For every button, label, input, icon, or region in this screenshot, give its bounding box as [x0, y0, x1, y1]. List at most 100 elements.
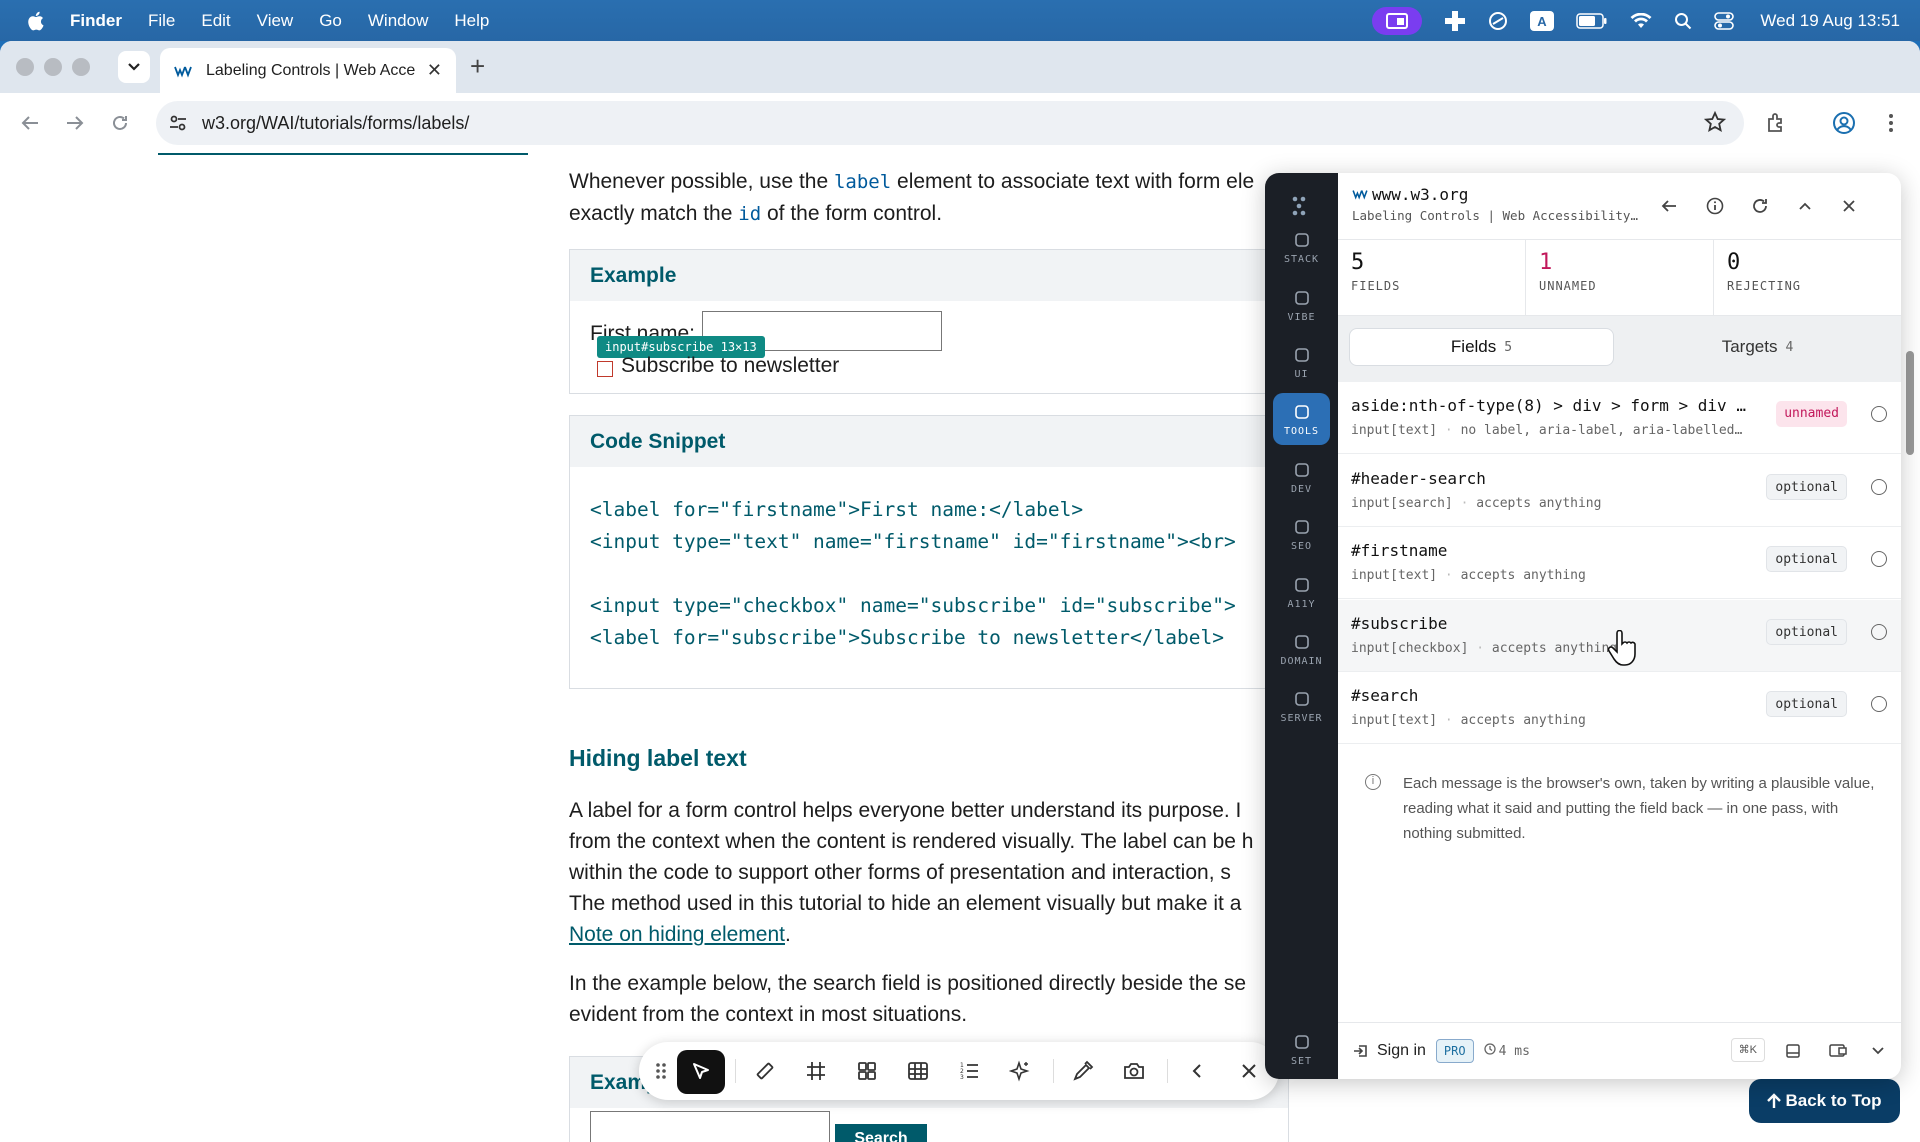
field-description: input[text] · no label, aria-label, aria…	[1351, 423, 1771, 438]
subscribe-checkbox[interactable]	[597, 361, 613, 377]
plus-badge-icon[interactable]	[1444, 10, 1466, 32]
url-text[interactable]: w3.org/WAI/tutorials/forms/labels/	[202, 113, 469, 134]
notes-icon[interactable]	[1782, 1040, 1804, 1062]
tab-search-button[interactable]	[118, 51, 150, 83]
para2-line-2: evident from the context in most situati…	[569, 1003, 968, 1026]
site-info-icon[interactable]	[168, 113, 188, 133]
search-button[interactable]: Search	[835, 1124, 927, 1142]
color-picker-icon[interactable]	[1065, 1053, 1101, 1089]
battery-icon[interactable]	[1576, 12, 1608, 29]
note-hiding-link[interactable]: Note on hiding element	[569, 923, 785, 946]
rail-item-set[interactable]: SET	[1273, 1023, 1330, 1075]
field-row[interactable]: #firstname input[text] · accepts anything…	[1338, 527, 1901, 599]
rail-item-stack[interactable]: STACK	[1273, 221, 1330, 273]
page-scrollbar[interactable]	[1906, 351, 1914, 455]
rail-item-tools[interactable]: TOOLS	[1273, 393, 1330, 445]
dock-mode-icon[interactable]	[1827, 1040, 1849, 1062]
locate-target-icon[interactable]	[1871, 623, 1887, 640]
layers-icon	[1292, 230, 1312, 250]
layout-grid-icon[interactable]	[849, 1053, 885, 1089]
numbered-list-icon[interactable]: 123	[951, 1053, 987, 1089]
camera-icon[interactable]	[1116, 1053, 1152, 1089]
field-type: input[checkbox]	[1351, 640, 1469, 656]
screen-share-icon[interactable]	[1372, 6, 1423, 35]
spotlight-icon[interactable]	[1674, 12, 1692, 30]
menu-file[interactable]: File	[148, 11, 175, 31]
browser-menu-icon[interactable]	[1877, 109, 1905, 137]
control-center-icon[interactable]	[1714, 11, 1735, 30]
browser-tab-active[interactable]: Labeling Controls | Web Acce ✕	[160, 48, 456, 93]
tab-targets[interactable]: Targets 4	[1625, 328, 1890, 366]
minimize-window-button[interactable]	[44, 58, 62, 76]
search-field[interactable]	[590, 1111, 830, 1142]
para1-line-3: within the code to support other forms o…	[569, 861, 1231, 884]
back-button[interactable]	[16, 109, 44, 137]
pro-badge[interactable]: PRO	[1435, 1039, 1474, 1063]
tab-fields[interactable]: Fields 5	[1349, 328, 1614, 366]
field-row[interactable]: aside:nth-of-type(8) > div > form > div …	[1338, 382, 1901, 454]
code-line-2: <input type="text" name="firstname" id="…	[590, 530, 1236, 553]
ruler-icon[interactable]	[747, 1053, 783, 1089]
close-tab-icon[interactable]: ✕	[427, 60, 442, 81]
browser-toolbar: w3.org/WAI/tutorials/forms/labels/	[0, 93, 1920, 153]
locate-target-icon[interactable]	[1871, 406, 1887, 422]
ai-sparkle-icon[interactable]	[1002, 1053, 1038, 1089]
rail-item-a11y[interactable]: A11Y	[1273, 566, 1330, 618]
locate-target-icon[interactable]	[1871, 551, 1887, 567]
menu-go[interactable]: Go	[319, 11, 342, 31]
command-k-shortcut[interactable]: ⌘K	[1730, 1038, 1765, 1062]
wifi-icon[interactable]	[1630, 12, 1652, 29]
rail-item-server[interactable]: SERVER	[1273, 680, 1330, 732]
menu-help[interactable]: Help	[454, 11, 489, 31]
chevron-left-icon[interactable]	[1179, 1053, 1215, 1089]
rail-item-vibe[interactable]: VIBE	[1273, 279, 1330, 331]
zoom-window-button[interactable]	[72, 58, 90, 76]
back-arrow-icon[interactable]	[1658, 195, 1680, 217]
info-icon[interactable]	[1704, 195, 1726, 217]
locate-target-icon[interactable]	[1871, 478, 1887, 495]
bookmark-star-icon[interactable]	[1704, 111, 1726, 133]
grid-frame-icon[interactable]	[798, 1053, 834, 1089]
rail-item-ui[interactable]: UI	[1273, 336, 1330, 388]
arrow-up-icon	[1767, 1093, 1782, 1108]
select-cursor-button[interactable]	[677, 1050, 725, 1094]
field-row[interactable]: #header-search input[search] · accepts an…	[1338, 455, 1901, 527]
back-to-top-button[interactable]: Back to Top	[1749, 1079, 1900, 1123]
rail-item-label: UI	[1294, 368, 1309, 380]
locate-target-icon[interactable]	[1871, 696, 1887, 712]
hand-cursor-icon	[1608, 630, 1636, 666]
drag-handle-icon[interactable]	[643, 1053, 679, 1089]
table-icon[interactable]	[900, 1053, 936, 1089]
reload-button[interactable]	[106, 109, 134, 137]
field-selector: #search	[1351, 686, 1419, 705]
app-logo-icon	[1292, 196, 1306, 216]
profile-icon[interactable]	[1830, 109, 1858, 137]
close-toolbar-icon[interactable]	[1231, 1053, 1267, 1089]
code-line-1: <label for="firstname">First name:</labe…	[590, 498, 1084, 521]
address-bar[interactable]: w3.org/WAI/tutorials/forms/labels/	[156, 101, 1744, 145]
field-description: input[text] · accepts anything	[1351, 713, 1771, 728]
sign-in-button[interactable]: Sign in	[1353, 1042, 1426, 1060]
forward-button[interactable]	[61, 109, 89, 137]
menu-view[interactable]: View	[257, 11, 294, 31]
rail-item-dev[interactable]: DEV	[1273, 451, 1330, 503]
close-window-button[interactable]	[16, 58, 34, 76]
apple-icon[interactable]	[25, 10, 45, 32]
new-tab-button[interactable]: +	[470, 53, 485, 79]
rail-item-seo[interactable]: SEO	[1273, 508, 1330, 560]
arrow-right-icon	[67, 116, 84, 130]
refresh-icon[interactable]	[1749, 195, 1771, 217]
close-panel-icon[interactable]	[1838, 195, 1860, 217]
focus-icon[interactable]	[1488, 11, 1508, 31]
menu-clock[interactable]: Wed 19 Aug 13:51	[1760, 11, 1900, 31]
menu-app-name[interactable]: Finder	[70, 11, 122, 31]
field-row[interactable]: #search input[text] · accepts anything opt…	[1338, 672, 1901, 744]
rail-item-domain[interactable]: DOMAIN	[1273, 623, 1330, 675]
input-source-icon[interactable]: A	[1530, 10, 1555, 31]
field-selector: #subscribe	[1351, 613, 1448, 633]
chevron-down-icon[interactable]	[1867, 1040, 1889, 1062]
menu-window[interactable]: Window	[368, 11, 428, 31]
chevron-up-icon[interactable]	[1794, 195, 1816, 217]
extensions-icon[interactable]	[1762, 109, 1790, 137]
menu-edit[interactable]: Edit	[201, 11, 230, 31]
